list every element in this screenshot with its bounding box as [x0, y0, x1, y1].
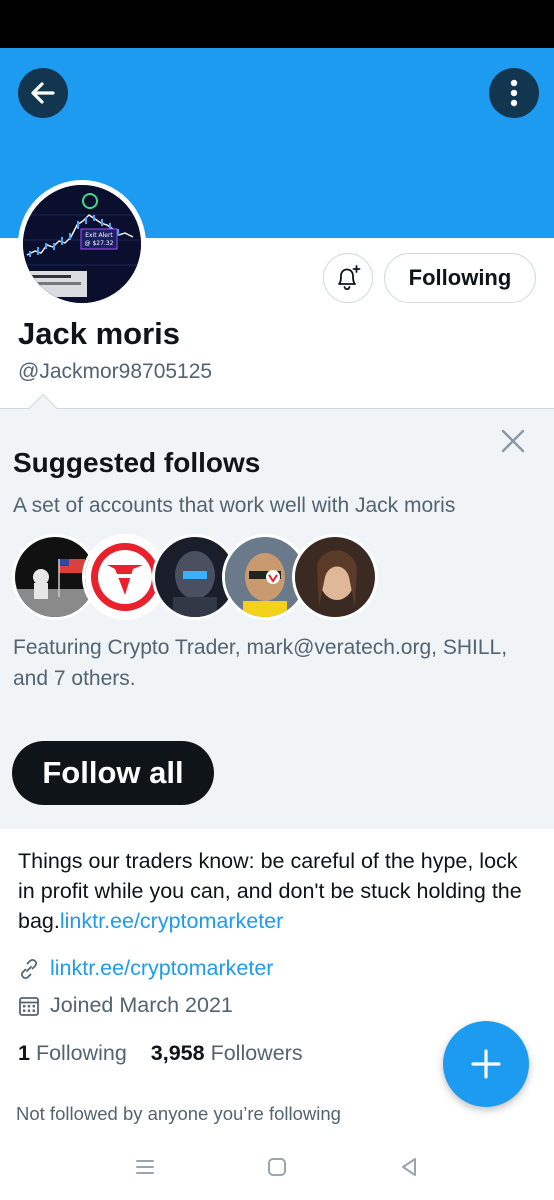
profile-bio: Things our traders know: be careful of t…	[18, 846, 538, 936]
plus-icon	[471, 1049, 501, 1079]
back-button[interactable]	[18, 68, 68, 118]
suggested-featuring-text: Featuring Crypto Trader, mark@veratech.o…	[13, 636, 508, 690]
avatar-price-text: @ $27.32	[85, 240, 114, 247]
notifications-toggle-button[interactable]	[323, 253, 373, 303]
suggested-follows-subtitle: A set of accounts that work well with Ja…	[13, 494, 456, 517]
profile-joined: Joined March 2021	[18, 993, 233, 1018]
calendar-icon	[18, 994, 42, 1018]
close-icon	[501, 429, 525, 453]
display-name: Jack moris	[18, 316, 180, 351]
bell-plus-icon	[338, 265, 361, 291]
system-back-button[interactable]	[394, 1152, 424, 1182]
followers-count: 3,958	[150, 1041, 205, 1065]
following-count: 1	[18, 1041, 30, 1065]
status-bar	[0, 0, 554, 48]
close-suggestions-button[interactable]	[497, 425, 529, 457]
profile-avatar[interactable]: Exit Alert @ $27.32	[18, 180, 146, 308]
chart-avatar-image: Exit Alert @ $27.32	[23, 185, 141, 303]
followers-label: Followers	[210, 1041, 303, 1065]
following-stat[interactable]: 1 Following	[18, 1041, 127, 1066]
following-label: Following	[35, 1041, 127, 1065]
profile-website[interactable]: linktr.ee/cryptomarketer	[18, 956, 273, 981]
compose-tweet-button[interactable]	[443, 1021, 529, 1107]
suggested-follows-title: Suggested follows	[13, 447, 261, 478]
user-handle: @Jackmor98705125	[18, 360, 213, 383]
joined-date: Joined March 2021	[50, 993, 233, 1017]
more-options-button[interactable]	[489, 68, 539, 118]
not-followed-notice: Not followed by anyone you’re following	[16, 1103, 341, 1124]
avatar-alert-text: Exit Alert	[85, 232, 113, 239]
more-vertical-icon	[510, 79, 518, 107]
home-button[interactable]	[262, 1152, 292, 1182]
triangle-back-icon	[402, 1158, 416, 1176]
link-icon	[18, 957, 42, 981]
recent-apps-button[interactable]	[130, 1152, 160, 1182]
suggested-avatar-woman[interactable]	[292, 534, 378, 620]
follow-all-button[interactable]: Follow all	[12, 741, 214, 805]
recent-apps-icon	[136, 1160, 154, 1174]
bio-link[interactable]: linktr.ee/cryptomarketer	[60, 909, 283, 933]
follow-stats: 1 Following 3,958 Followers	[18, 1041, 327, 1066]
home-square-icon	[268, 1158, 286, 1176]
followers-stat[interactable]: 3,958 Followers	[151, 1041, 303, 1066]
following-button[interactable]: Following	[384, 253, 536, 303]
arrow-left-icon	[31, 82, 55, 104]
website-link[interactable]: linktr.ee/cryptomarketer	[50, 956, 273, 981]
suggested-avatars	[12, 534, 378, 620]
